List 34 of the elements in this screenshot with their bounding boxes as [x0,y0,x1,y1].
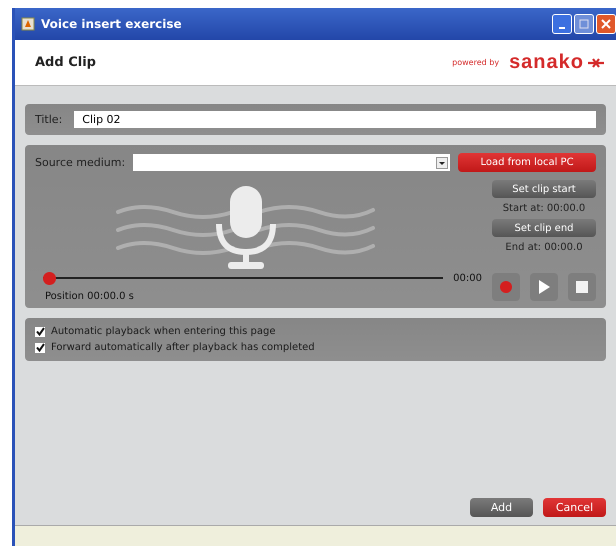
window-title: Voice insert exercise [41,17,182,31]
checkbox[interactable] [35,342,45,352]
set-clip-start-button[interactable]: Set clip start [492,180,596,198]
maximize-button[interactable] [574,14,594,34]
stop-icon [576,281,588,293]
position-label: Position 00:00.0 s [44,291,135,302]
load-from-pc-button[interactable]: Load from local PC [458,153,596,172]
checkbox[interactable] [35,326,45,336]
close-button[interactable] [596,14,616,34]
play-button[interactable] [530,273,558,301]
powered-by-label: powered by [452,58,500,67]
play-icon [537,279,551,295]
start-time-label: Start at: 00:00.0 [502,203,586,214]
option-label: Forward automatically after playback has completed [51,342,315,353]
duration-label: 00:00 [453,273,482,284]
brand-mark-icon [588,56,604,68]
record-icon [499,280,513,294]
title-label: Title: [35,113,62,126]
slider-thumb[interactable] [43,272,56,285]
source-medium-label: Source medium: [35,156,126,169]
page-title: Add Clip [35,55,96,70]
title-field[interactable]: Clip 02 [74,111,596,128]
end-time-label: End at: 00:00.0 [505,242,583,253]
stop-button[interactable] [568,273,596,301]
set-clip-end-button[interactable]: Set clip end [492,219,596,237]
minimize-icon [559,27,565,29]
minimize-button[interactable] [552,14,572,34]
app-icon [21,17,35,31]
cancel-button[interactable]: Cancel [543,498,606,517]
maximize-icon [579,19,589,29]
add-button[interactable]: Add [470,498,533,517]
brand-logo: sanako [509,51,584,74]
close-icon [601,19,611,29]
option-label: Automatic playback when entering this page [51,326,276,337]
